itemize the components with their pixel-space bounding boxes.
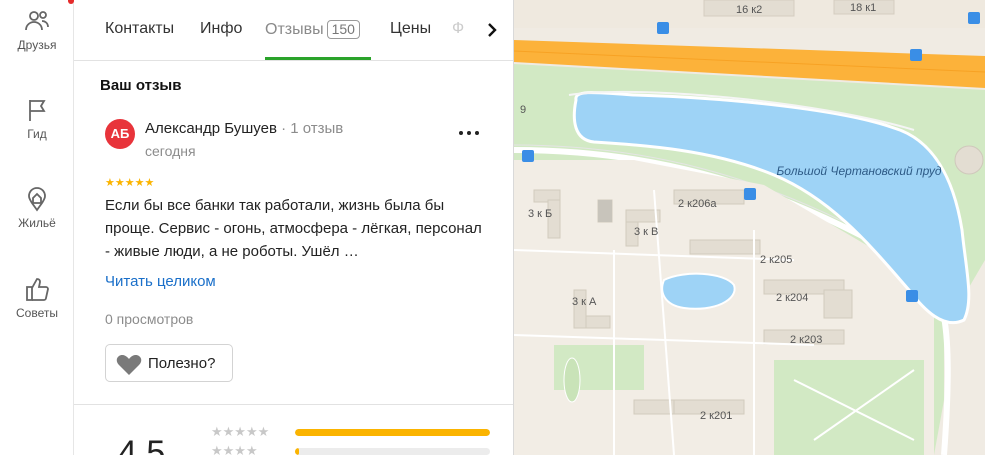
rating-row-bar (295, 429, 490, 436)
rail-item-label: Жильё (18, 216, 56, 230)
housing-icon (0, 185, 74, 213)
rail-item-label: Друзья (17, 38, 57, 52)
map-label: 3 к Б (528, 208, 553, 220)
map-label: 9 (520, 104, 527, 116)
pond-name-label: Большой Чертановский пруд (776, 164, 942, 178)
review-views: 0 просмотров (105, 311, 194, 327)
avatar[interactable]: АБ (105, 119, 135, 149)
rail-item-guide[interactable]: Гид (0, 96, 74, 141)
map-label: 2 к204 (776, 292, 809, 304)
reviews-count-badge: 150 (326, 20, 360, 39)
map-label: 18 к1 (850, 2, 877, 14)
rating-row-fill (295, 448, 299, 455)
tab-reviews[interactable]: Отзывы 150 (265, 20, 360, 39)
active-tab-indicator (265, 57, 371, 60)
map-label: 2 к206а (678, 198, 717, 210)
rail-item-housing[interactable]: Жильё (0, 185, 74, 230)
place-panel: Контакты Инфо Отзывы 150 Цены Ф Ваш отзыв… (74, 0, 514, 455)
rail-item-label: Гид (27, 127, 47, 141)
rating-row-fill (295, 429, 490, 436)
flag-icon (0, 96, 74, 124)
read-more-link[interactable]: Читать целиком (105, 273, 216, 290)
map-canvas (514, 0, 985, 455)
app-root: Друзья Гид Жильё Советы Контакты Инфо От… (0, 0, 985, 455)
map-label: 16 к2 (736, 4, 763, 16)
useful-button[interactable]: Полезно? (105, 344, 233, 382)
chevron-right-icon (480, 23, 504, 46)
friends-icon (0, 7, 74, 35)
map-label: 2 к203 (790, 334, 823, 346)
rating-row-bar (295, 448, 490, 455)
thumbs-up-icon (0, 275, 74, 303)
tab-faded[interactable]: Ф (452, 20, 464, 38)
author-review-count: · 1 отзыв (276, 120, 344, 137)
your-review-heading: Ваш отзыв (100, 77, 182, 94)
rating-row-stars: ★★★★★ (211, 424, 270, 439)
review-author: Александр Бушуев · 1 отзыв (145, 120, 343, 137)
left-rail: Друзья Гид Жильё Советы (0, 0, 74, 455)
tab-info[interactable]: Инфо (200, 20, 242, 38)
author-name[interactable]: Александр Бушуев (145, 120, 277, 137)
review-date: сегодня (145, 143, 196, 159)
review-stars: ★★★★★ (105, 177, 155, 189)
rail-item-tips[interactable]: Советы (0, 275, 74, 320)
review-text: Если бы все банки так работали, жизнь бы… (105, 197, 482, 260)
map-label: 3 к А (572, 296, 597, 308)
review-more-button[interactable] (454, 122, 484, 144)
map-label: 2 к201 (700, 410, 733, 422)
tabs-scroll-right-button[interactable] (480, 18, 504, 42)
rating-row-stars: ★★★★ (211, 443, 258, 455)
tab-contacts[interactable]: Контакты (105, 20, 174, 38)
section-divider (74, 404, 513, 405)
more-dots-icon (454, 131, 484, 148)
tab-reviews-label: Отзывы (265, 21, 324, 38)
rail-item-label: Советы (16, 306, 58, 320)
tab-bar: Контакты Инфо Отзывы 150 Цены Ф (74, 0, 513, 61)
map-view[interactable]: 16 к2 18 к1 9 3 к Б 3 к В 3 к А 2 к206а … (514, 0, 985, 455)
useful-label: Полезно? (148, 355, 216, 372)
rating-value: 4,5 (118, 434, 166, 455)
rail-item-friends[interactable]: Друзья (0, 7, 74, 52)
tab-prices[interactable]: Цены (390, 20, 431, 38)
map-label: 3 к В (634, 226, 659, 238)
map-label: 2 к205 (760, 254, 793, 266)
